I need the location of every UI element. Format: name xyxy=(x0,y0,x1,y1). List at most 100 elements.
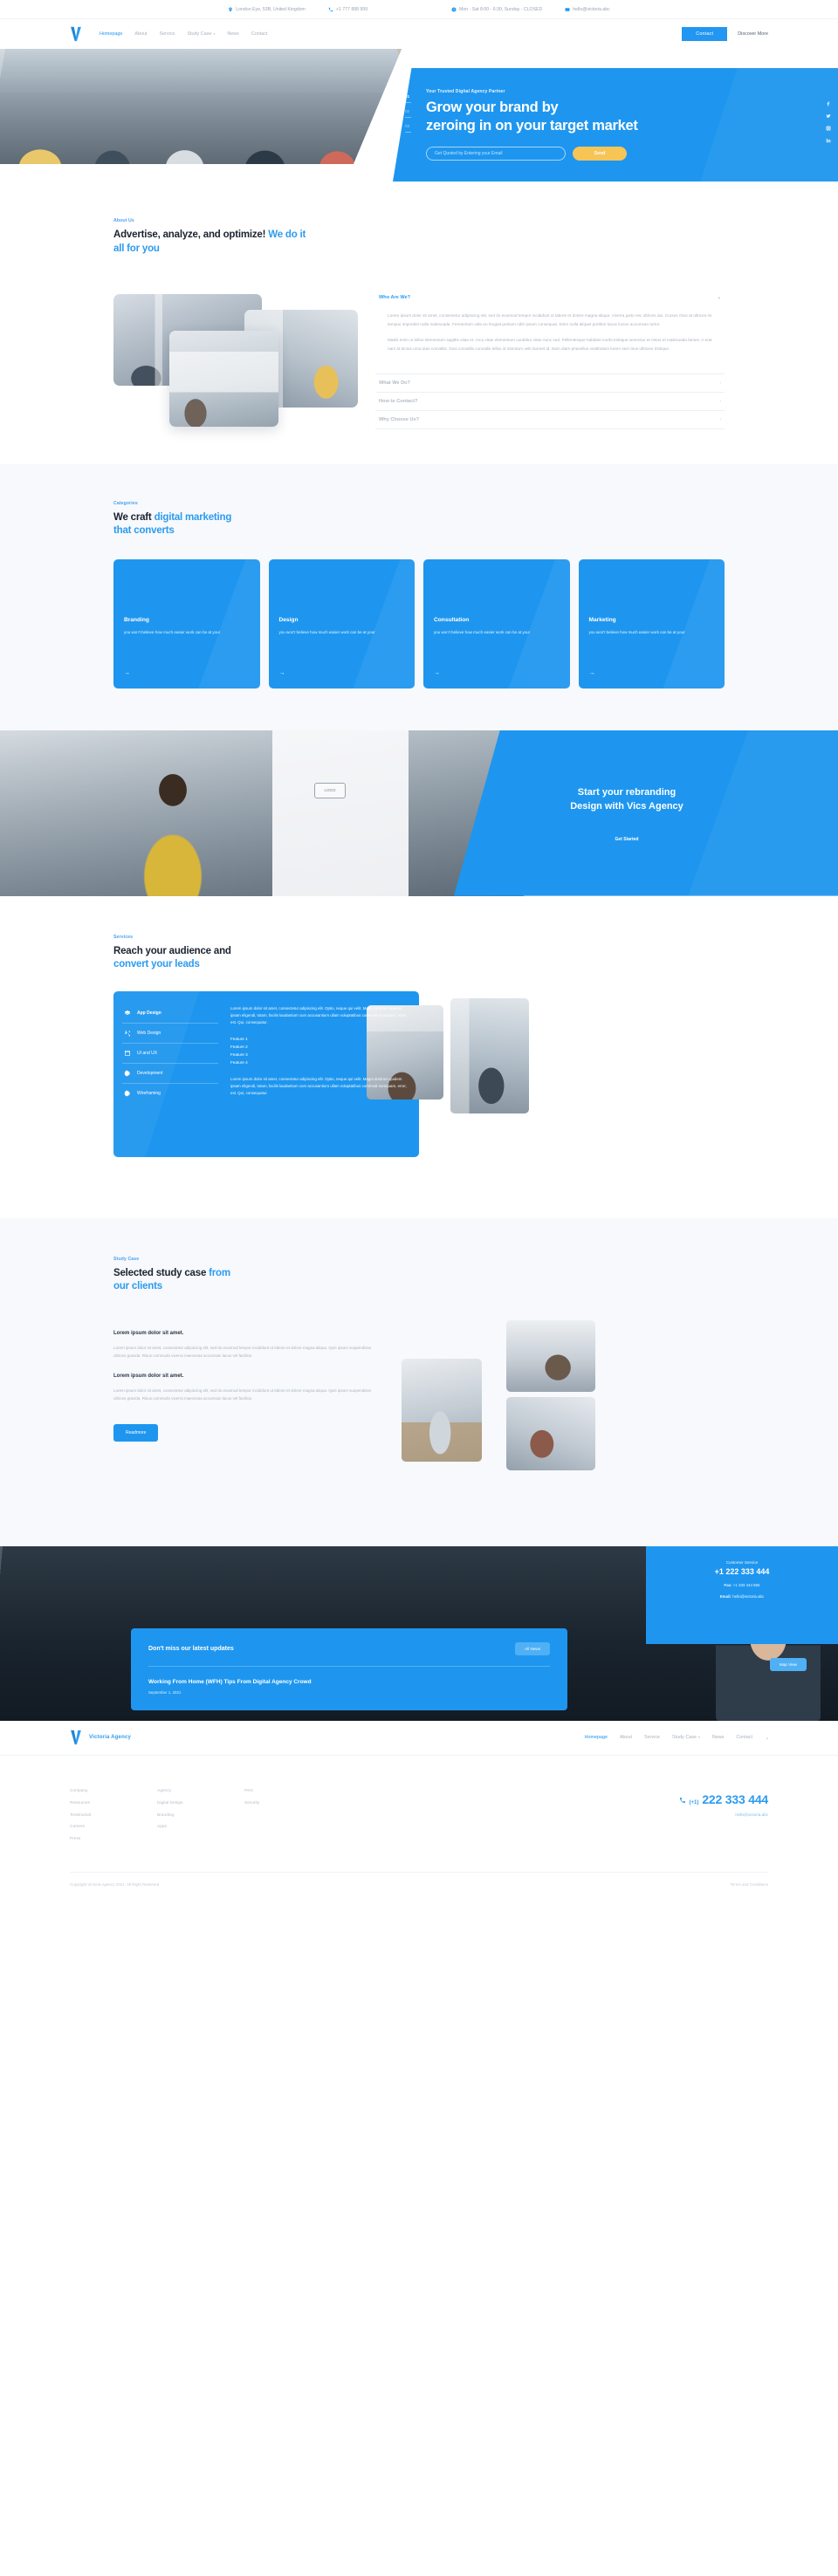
footer-link-security[interactable]: Security xyxy=(244,1798,332,1810)
accordion-title: Why Choose Us? xyxy=(379,416,419,422)
category-card-consultation[interactable]: Consultation you won't believe how much … xyxy=(423,558,570,689)
phone-icon xyxy=(679,1797,685,1803)
service-tab-label: UI and UX xyxy=(137,1050,158,1056)
service-feature: Feature 2 xyxy=(230,1044,248,1049)
hero-counter-01[interactable]: 01 xyxy=(405,94,412,103)
category-card-marketing[interactable]: Marketing you won't believe how much eas… xyxy=(578,558,725,689)
accordion-item-who-are-we[interactable]: Who Are We? ⌄ Lorem ipsum dolor sit amet… xyxy=(375,289,725,374)
service-tab-development[interactable]: Development xyxy=(122,1064,218,1084)
topbar-address-text: London Eye, 53B, United Kingdom xyxy=(236,6,306,12)
scroll-to-top-icon[interactable]: ▴ xyxy=(766,1736,768,1740)
footer-link-service[interactable]: Service xyxy=(644,1735,660,1740)
arrow-right-icon[interactable]: → xyxy=(124,670,130,676)
chevron-right-icon: › xyxy=(719,380,721,386)
all-news-button[interactable]: All News xyxy=(515,1641,550,1655)
twitter-icon[interactable] xyxy=(826,113,831,119)
service-tab-web-design[interactable]: Web Design xyxy=(122,1024,218,1044)
nav-link-news[interactable]: News xyxy=(227,31,238,37)
map-view-button[interactable]: Map View xyxy=(769,1657,807,1671)
top-info-bar: London Eye, 53B, United Kingdom +1 777 8… xyxy=(0,0,838,19)
get-started-button[interactable]: Get Started xyxy=(615,837,639,842)
contact-button[interactable]: Contact xyxy=(682,27,728,41)
about-body: Who Are We? ⌄ Lorem ipsum dolor sit amet… xyxy=(113,284,725,429)
nav-link-homepage[interactable]: Homepage xyxy=(100,31,122,37)
category-card-text: you won't believe how much easier work c… xyxy=(124,629,221,634)
chevron-right-icon: › xyxy=(719,398,721,404)
footer-link-testimonial[interactable]: Testimonial xyxy=(70,1810,157,1822)
topbar-phone-text: +1 777 888 999 xyxy=(335,6,368,12)
nav-link-study-case-label: Study Case xyxy=(187,31,212,37)
topbar-email[interactable]: hello@victoria.abc xyxy=(565,7,610,12)
phone-icon xyxy=(328,7,333,11)
hero-send-button[interactable]: Send xyxy=(573,147,627,161)
nav-link-service[interactable]: Service xyxy=(159,31,175,37)
accordion-header[interactable]: Why Choose Us? › xyxy=(375,411,725,428)
footer-column-3: Pers Security xyxy=(244,1785,332,1846)
footer-link-apps[interactable]: Apps xyxy=(157,1821,244,1833)
footer-link-homepage[interactable]: Homepage xyxy=(585,1735,608,1740)
study-item-text: Lorem ipsum dolor sit amet, consectetur … xyxy=(113,1388,372,1401)
service-tab-ui-and-ux[interactable]: UI and UX xyxy=(122,1044,218,1064)
instagram-icon[interactable] xyxy=(826,126,831,131)
footer-link-careers[interactable]: Careers xyxy=(70,1821,157,1833)
services-photo-2 xyxy=(450,997,529,1113)
logo-v-icon[interactable] xyxy=(70,26,82,42)
hero-counter-03[interactable]: 03 xyxy=(405,124,412,133)
footer-link-contact[interactable]: Contact xyxy=(736,1735,752,1740)
category-card-design[interactable]: Design you won't believe how much easier… xyxy=(268,558,415,689)
readmore-button[interactable]: Readmore xyxy=(113,1423,159,1442)
study-photo-3 xyxy=(506,1396,595,1470)
linkedin-icon[interactable] xyxy=(826,138,831,143)
nav-link-study-case[interactable]: Study Case ▾ xyxy=(187,31,215,37)
nav-link-about[interactable]: About xyxy=(134,31,147,37)
footer-nav-links: Homepage About Service Study Case ▾ News … xyxy=(585,1735,768,1740)
services-paragraph-top: Lorem ipsum dolor sit amet, consectetur … xyxy=(230,1005,407,1025)
nav-link-contact[interactable]: Contact xyxy=(251,31,268,37)
email-value[interactable]: hello@victoria.abc xyxy=(732,1594,764,1599)
topbar-phone[interactable]: +1 777 888 999 xyxy=(328,7,367,12)
footer-link-pers[interactable]: Pers xyxy=(244,1785,332,1798)
footer-logo[interactable]: Victoria Agency xyxy=(70,1730,131,1745)
footer-link-about[interactable]: About xyxy=(620,1735,632,1740)
footer-link-study-case[interactable]: Study Case ▾ xyxy=(672,1735,700,1740)
footer-link-digital-design[interactable]: Digital Design xyxy=(157,1798,244,1810)
category-card-text: you won't believe how much easier work c… xyxy=(434,629,531,634)
rebrand-title-line1: Start your rebranding xyxy=(577,786,677,798)
categories-wrap: Categories We craft digital marketing th… xyxy=(113,501,725,689)
service-tab-app-design[interactable]: App Design xyxy=(122,1004,218,1024)
facebook-icon[interactable] xyxy=(826,101,831,106)
accordion-item-what-we-do[interactable]: What We Do? › xyxy=(375,374,725,393)
hero-email-input[interactable] xyxy=(426,147,566,161)
arrow-right-icon[interactable]: → xyxy=(279,670,285,676)
footer-email[interactable]: hello@victoria.abc xyxy=(679,1812,768,1817)
footer-link-resources[interactable]: Resources xyxy=(70,1798,157,1810)
study-title-dark: Selected study case xyxy=(113,1267,207,1278)
accordion-header[interactable]: What We Do? › xyxy=(375,374,725,392)
footer-link-press[interactable]: Press xyxy=(70,1833,157,1846)
arrow-right-icon[interactable]: → xyxy=(589,670,595,676)
accordion-item-why-choose-us[interactable]: Why Choose Us? › xyxy=(375,411,725,429)
customer-service-phone[interactable]: +1 222 333 444 xyxy=(662,1567,822,1576)
accordion-header[interactable]: How to Contact? › xyxy=(375,393,725,410)
footer-phone[interactable]: (+1) 222 333 444 xyxy=(679,1792,768,1806)
arrow-right-icon[interactable]: → xyxy=(434,670,440,676)
customer-service-label: Customer Service xyxy=(725,1559,759,1565)
envelope-icon xyxy=(565,7,570,11)
hero-counter-02[interactable]: 02 xyxy=(405,109,412,118)
about-title-blue-1: We do it xyxy=(268,230,306,240)
study-item-text: Lorem ipsum dolor sit amet, consectetur … xyxy=(113,1345,372,1358)
footer-link-branding[interactable]: Branding xyxy=(157,1810,244,1822)
footer-link-agency[interactable]: Agency xyxy=(157,1785,244,1798)
accordion-header[interactable]: Who Are We? ⌄ xyxy=(375,289,725,306)
terms-and-conditions-link[interactable]: Terms and Conditions xyxy=(730,1882,768,1887)
category-card-branding[interactable]: Branding you won't believe how much easi… xyxy=(113,558,260,689)
shuffle-icon xyxy=(125,1030,130,1036)
service-tab-wireframing[interactable]: Wireframing xyxy=(122,1084,218,1103)
categories-title: We craft digital marketing that converts xyxy=(113,511,725,538)
footer-link-company[interactable]: Company xyxy=(70,1785,157,1798)
services-wrap: Services Reach your audience and convert… xyxy=(113,935,725,1175)
accordion-item-how-to-contact[interactable]: How to Contact? › xyxy=(375,393,725,411)
news-card-article[interactable]: Working From Home (WFH) Tips From Digita… xyxy=(131,1667,567,1710)
discover-more-link[interactable]: Discover More xyxy=(738,31,768,37)
footer-link-news[interactable]: News xyxy=(712,1735,724,1740)
